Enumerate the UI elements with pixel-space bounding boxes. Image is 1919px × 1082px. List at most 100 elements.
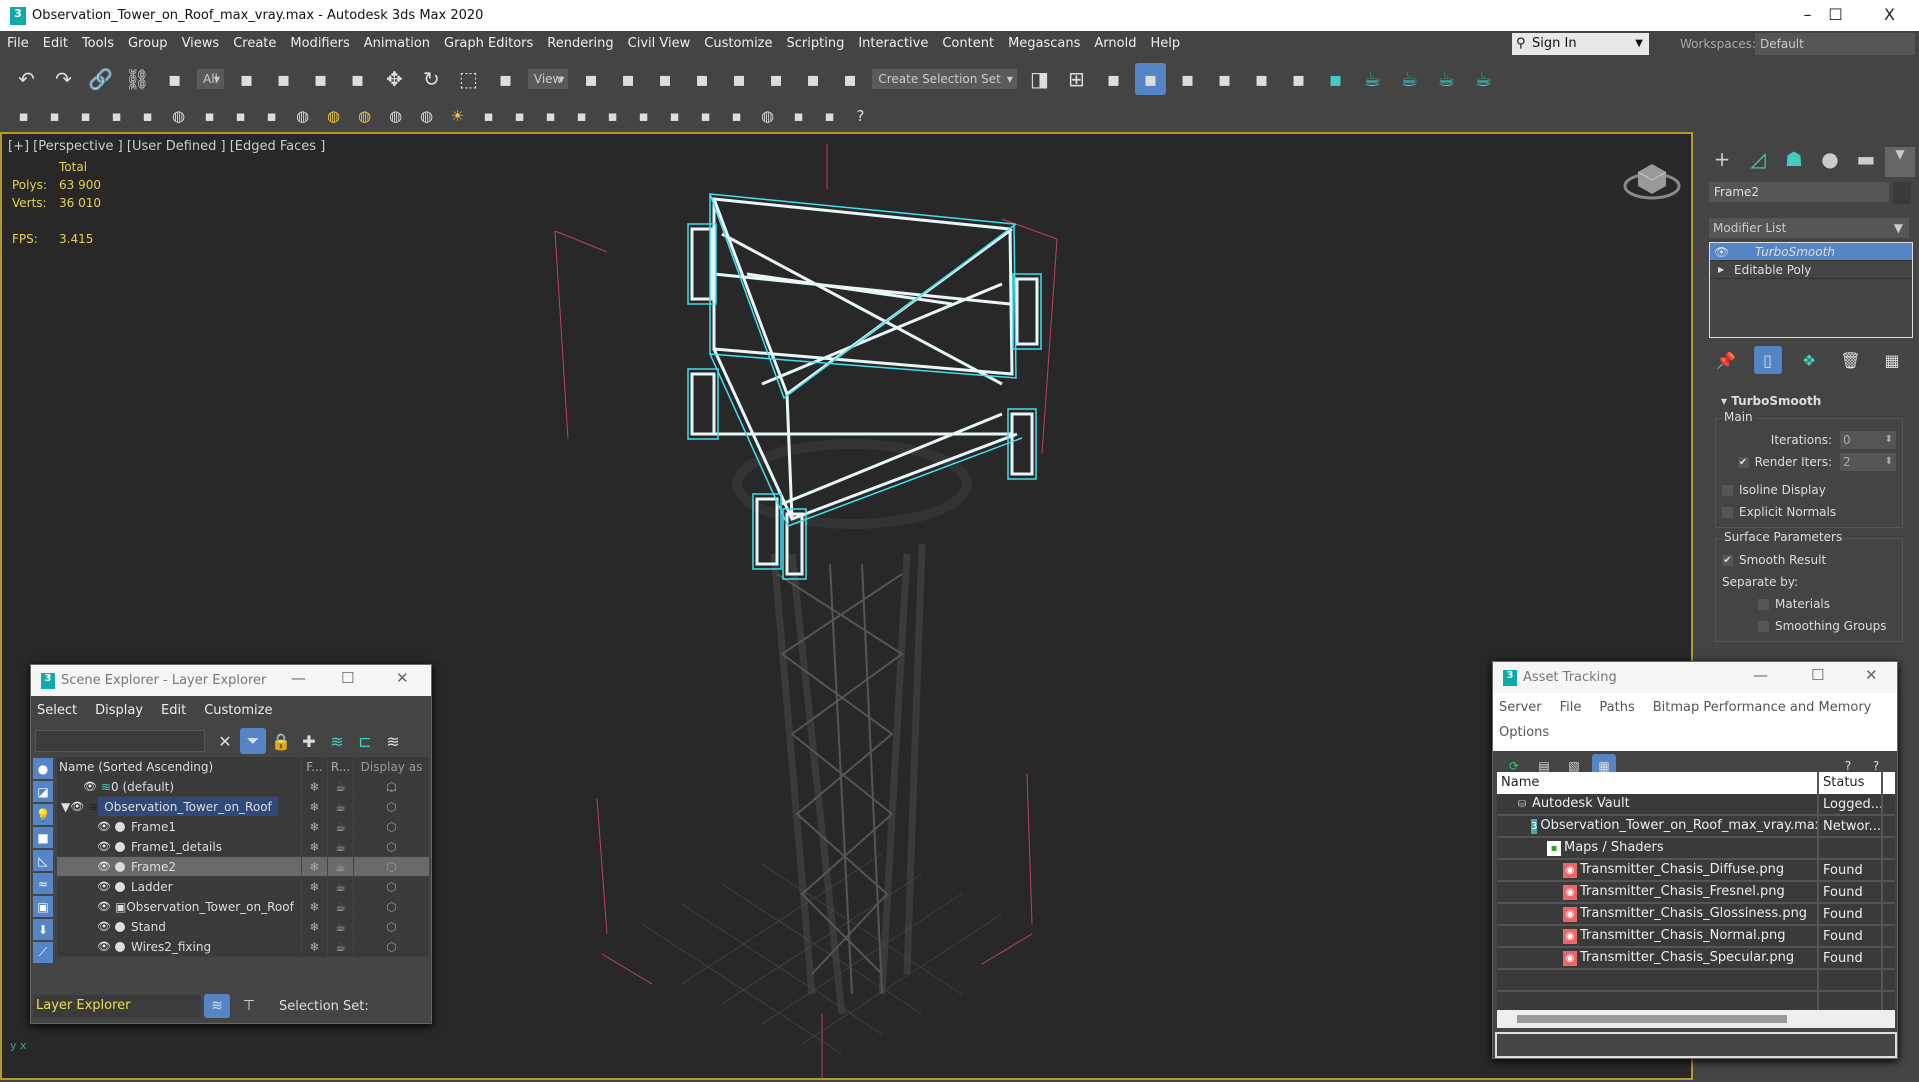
menu-animation[interactable]: Animation: [357, 36, 437, 51]
clear-search-icon[interactable]: ✕: [212, 728, 238, 754]
snap-3d-icon[interactable]: ▪: [686, 63, 717, 95]
layer-explorer-icon[interactable]: ≋: [204, 994, 230, 1018]
hierarchy-icon[interactable]: ⊏: [352, 728, 378, 754]
freeze-icon[interactable]: ❄: [301, 937, 327, 956]
tree-row[interactable]: 👁 Ladder ❄ ☕ ⬡: [57, 877, 429, 897]
object-name-input[interactable]: Frame2: [1709, 182, 1889, 202]
bind-space-warp-icon[interactable]: ▪: [159, 63, 190, 95]
menu-views[interactable]: Views: [175, 36, 227, 51]
asset-row[interactable]: ◉ Transmitter_Chasis_Fresnel.png Found: [1497, 882, 1895, 904]
menu-interactive[interactable]: Interactive: [851, 36, 935, 51]
light-icon[interactable]: ◍: [165, 104, 192, 128]
close-button[interactable]: X: [1862, 0, 1917, 31]
menu-paths[interactable]: Paths: [1599, 697, 1634, 719]
smooth-result-checkbox[interactable]: ✔: [1722, 554, 1733, 566]
freeze-icon[interactable]: ❄: [301, 857, 327, 876]
expand-arrow-icon[interactable]: ▼: [61, 797, 70, 816]
tree-row[interactable]: 👁 Stand ❄ ☕ ⬡: [57, 917, 429, 937]
window-crossing-icon[interactable]: ▪: [342, 63, 373, 95]
renderable-teapot-icon[interactable]: ☕: [327, 777, 353, 796]
tree-row[interactable]: 👁 Frame1 ❄ ☕ ⬡: [57, 817, 429, 837]
menu-options[interactable]: Options: [1499, 722, 1549, 744]
select-object-icon[interactable]: ▪: [231, 63, 262, 95]
menu-select[interactable]: Select: [37, 700, 77, 722]
select-place-icon[interactable]: ▪: [490, 63, 521, 95]
show-end-result-icon[interactable]: ▯: [1753, 346, 1782, 374]
asset-row[interactable]: ⛁ Autodesk Vault Logged...: [1497, 794, 1895, 816]
configure-modifier-sets-icon[interactable]: ▦: [1878, 346, 1906, 374]
render-column-header[interactable]: R...: [327, 757, 353, 777]
asset-row[interactable]: ◉ Transmitter_Chasis_Diffuse.png Found: [1497, 860, 1895, 882]
percent-snap-icon[interactable]: ▪: [760, 63, 791, 95]
display-box-icon[interactable]: ⬡: [353, 877, 429, 896]
minimize-button[interactable]: —: [1753, 666, 1768, 684]
rect-selection-icon[interactable]: ▪: [305, 63, 336, 95]
vfb-icon[interactable]: ▪: [785, 104, 812, 128]
rendered-frame-icon[interactable]: ☕: [1394, 63, 1425, 95]
display-box-icon[interactable]: ⬡: [353, 837, 429, 856]
bones-filter-icon[interactable]: ⟋: [33, 942, 53, 963]
menu-arnold[interactable]: Arnold: [1087, 36, 1143, 51]
spacewarps-filter-icon[interactable]: ≈: [33, 873, 53, 894]
tree-row[interactable]: ▼ 👁 ≋ Observation_Tower_on_Roof ❄ ☕ ⬡: [57, 797, 429, 817]
xrefs-filter-icon[interactable]: ⬇: [33, 919, 53, 940]
angle-snap-icon[interactable]: ▪: [723, 63, 754, 95]
display-box-icon[interactable]: ⬡: [353, 777, 429, 796]
display-box-icon[interactable]: ⬡: [353, 857, 429, 876]
menu-graph-editors[interactable]: Graph Editors: [437, 36, 540, 51]
visibility-eye-icon[interactable]: 👁: [97, 877, 111, 896]
fur-icon[interactable]: ▪: [506, 104, 533, 128]
freeze-icon[interactable]: ❄: [301, 877, 327, 896]
display-box-icon[interactable]: ⬡: [353, 817, 429, 836]
doc-icon[interactable]: ▪: [72, 104, 99, 128]
lock-icon[interactable]: 🔒: [268, 728, 294, 754]
freeze-icon[interactable]: ❄: [301, 837, 327, 856]
menu-bitmap-performance-and-memory[interactable]: Bitmap Performance and Memory: [1653, 697, 1872, 719]
render-setup-icon[interactable]: ☕: [1357, 63, 1388, 95]
shapes-filter-icon[interactable]: ◪: [33, 781, 53, 802]
status-column-header[interactable]: Status: [1819, 772, 1883, 794]
make-unique-icon[interactable]: ❖: [1795, 346, 1823, 374]
iterations-spinner[interactable]: 0: [1840, 431, 1896, 449]
freeze-icon[interactable]: ❄: [301, 777, 327, 796]
camera-icon[interactable]: ▪: [196, 104, 223, 128]
hair-icon[interactable]: ▪: [661, 104, 688, 128]
close-button[interactable]: ✕: [396, 669, 409, 687]
menu-edit[interactable]: Edit: [36, 36, 75, 51]
new-layer-icon[interactable]: ✚: [296, 728, 322, 754]
display-box-icon[interactable]: ⬡: [353, 897, 429, 916]
curve-editor-icon[interactable]: ▪: [1209, 63, 1240, 95]
minimize-button[interactable]: —: [291, 669, 306, 687]
menu-civil-view[interactable]: Civil View: [621, 36, 698, 51]
scale-icon[interactable]: ⬚: [453, 63, 484, 95]
menu-file[interactable]: File: [1560, 697, 1582, 719]
visibility-eye-icon[interactable]: 👁: [97, 897, 111, 916]
hierarchy-tab-icon[interactable]: ☗: [1779, 147, 1809, 177]
rotate-icon[interactable]: ↻: [416, 63, 447, 95]
vray2-icon[interactable]: ▪: [258, 104, 285, 128]
move-icon[interactable]: ✥: [379, 63, 410, 95]
sign-in-dropdown[interactable]: ⚲ Sign In ▼: [1512, 33, 1649, 55]
scrollbar-thumb[interactable]: [1517, 1015, 1787, 1023]
collapse-arrow-icon[interactable]: ▾: [1721, 394, 1731, 408]
asset-row[interactable]: ◉ Transmitter_Chasis_Glossiness.png Found: [1497, 904, 1895, 926]
modify-tab-icon[interactable]: ◿: [1743, 147, 1773, 177]
menu-megascans[interactable]: Megascans: [1001, 36, 1087, 51]
menu-tools[interactable]: Tools: [75, 36, 121, 51]
display-box-icon[interactable]: ⬡: [353, 917, 429, 936]
explicit-normals-checkbox[interactable]: [1722, 506, 1733, 518]
layer-explorer-icon[interactable]: ▪: [1134, 63, 1166, 95]
visibility-eye-icon[interactable]: 👁: [97, 937, 111, 956]
mirror-icon[interactable]: ◨: [1024, 63, 1055, 95]
renderable-teapot-icon[interactable]: ☕: [327, 817, 353, 836]
path-input[interactable]: [1495, 1032, 1897, 1058]
scene-explorer-icon[interactable]: ▪: [1098, 63, 1129, 95]
modifier-list-dropdown[interactable]: Modifier List ▼: [1709, 218, 1909, 238]
name-column-header[interactable]: Name (Sorted Ascending): [57, 757, 301, 777]
renderable-teapot-icon[interactable]: ☕: [327, 877, 353, 896]
menu-display[interactable]: Display: [95, 700, 143, 722]
reference-coordinate-dropdown[interactable]: View: [527, 69, 569, 89]
align-icon[interactable]: ⊞: [1061, 63, 1092, 95]
visibility-eye-icon[interactable]: 👁: [70, 797, 84, 816]
remove-modifier-icon[interactable]: 🗑: [1837, 346, 1865, 374]
